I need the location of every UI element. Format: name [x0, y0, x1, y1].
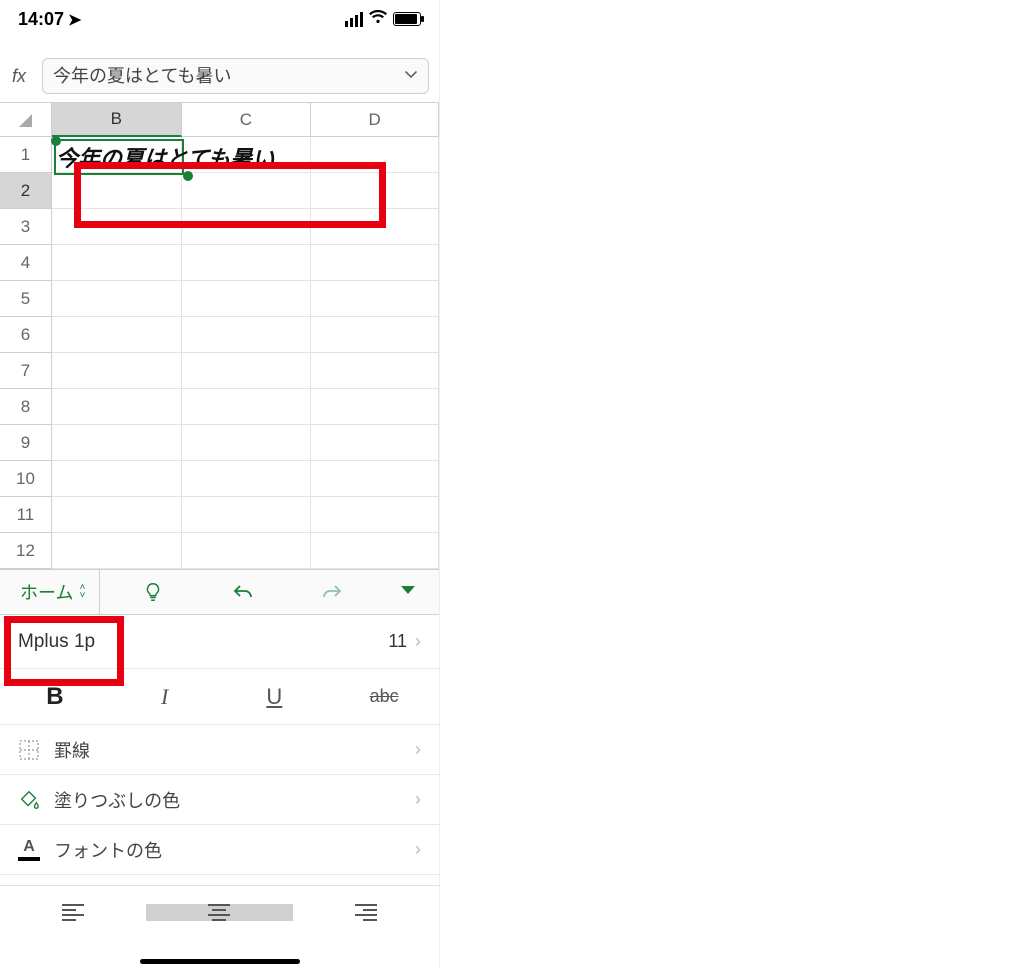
borders-icon: [18, 739, 54, 761]
chevron-down-icon[interactable]: [404, 67, 418, 86]
cell[interactable]: [52, 533, 182, 569]
chevron-right-icon: ›: [415, 789, 421, 810]
row-header[interactable]: 10: [0, 461, 52, 497]
borders-label: 罫線: [54, 737, 90, 763]
chevron-right-icon: ›: [415, 631, 421, 652]
home-indicator[interactable]: [140, 959, 300, 964]
col-header-D[interactable]: D: [311, 103, 439, 137]
underline-button[interactable]: U: [220, 669, 330, 724]
wifi-icon: [369, 10, 387, 28]
row-header[interactable]: 12: [0, 533, 52, 569]
annotation-highlight: [74, 162, 386, 228]
cell[interactable]: [311, 425, 439, 461]
font-size-button[interactable]: 11: [388, 631, 407, 652]
cell[interactable]: [311, 461, 439, 497]
row-header[interactable]: 5: [0, 281, 52, 317]
collapse-panel-icon[interactable]: [377, 583, 439, 602]
formula-input[interactable]: 今年の夏はとても暑い: [42, 58, 429, 94]
cell[interactable]: [182, 425, 312, 461]
fx-label: fx: [12, 66, 34, 87]
redo-icon[interactable]: [287, 581, 377, 603]
row-header[interactable]: 7: [0, 353, 52, 389]
lightbulb-icon[interactable]: [108, 581, 198, 603]
col-header-B[interactable]: B: [52, 103, 182, 137]
cell[interactable]: [311, 281, 439, 317]
cell[interactable]: [52, 353, 182, 389]
cell[interactable]: [311, 353, 439, 389]
cell[interactable]: [52, 245, 182, 281]
cell[interactable]: [182, 461, 312, 497]
location-icon: ➤: [68, 12, 81, 29]
cell[interactable]: [52, 389, 182, 425]
cell[interactable]: [311, 497, 439, 533]
cell[interactable]: [182, 389, 312, 425]
cell[interactable]: [52, 497, 182, 533]
battery-icon: [393, 12, 421, 26]
paint-bucket-icon: [18, 789, 54, 811]
italic-button[interactable]: I: [110, 669, 220, 724]
cell[interactable]: [311, 533, 439, 569]
row-header[interactable]: 1: [0, 137, 52, 173]
cell[interactable]: [52, 281, 182, 317]
cell[interactable]: [182, 353, 312, 389]
divider: [99, 570, 100, 614]
chevron-right-icon: ›: [415, 739, 421, 760]
cell[interactable]: [182, 317, 312, 353]
cell[interactable]: [52, 425, 182, 461]
cell[interactable]: [182, 245, 312, 281]
row-header[interactable]: 11: [0, 497, 52, 533]
chevron-right-icon: ›: [415, 839, 421, 860]
row-header[interactable]: 6: [0, 317, 52, 353]
cell[interactable]: [311, 389, 439, 425]
select-all-corner[interactable]: [0, 103, 52, 137]
fill-color-button[interactable]: 塗りつぶしの色 ›: [0, 775, 439, 825]
borders-button[interactable]: 罫線 ›: [0, 725, 439, 775]
row-header[interactable]: 4: [0, 245, 52, 281]
cell[interactable]: [52, 461, 182, 497]
annotation-highlight: [4, 616, 124, 686]
fill-color-label: 塗りつぶしの色: [54, 787, 180, 813]
row-header[interactable]: 8: [0, 389, 52, 425]
row-header[interactable]: 2: [0, 173, 52, 209]
col-header-C[interactable]: C: [182, 103, 312, 137]
ribbon-tab-home[interactable]: ホーム: [0, 579, 79, 605]
cell[interactable]: [182, 533, 312, 569]
row-header[interactable]: 3: [0, 209, 52, 245]
cell[interactable]: [182, 281, 312, 317]
status-time: 14:07➤: [18, 9, 81, 30]
font-color-icon: A: [18, 838, 54, 861]
cell[interactable]: [311, 317, 439, 353]
tab-chevron-icon[interactable]: ˄˅: [79, 584, 91, 600]
font-color-button[interactable]: A フォントの色 ›: [0, 825, 439, 875]
strikethrough-button[interactable]: abc: [329, 669, 439, 724]
align-right-button[interactable]: [293, 904, 439, 921]
cell[interactable]: [182, 497, 312, 533]
align-center-button[interactable]: [146, 904, 292, 921]
status-bar: 14:07➤: [0, 0, 439, 34]
signal-icon: [345, 12, 363, 27]
undo-icon[interactable]: [198, 581, 288, 603]
align-left-button[interactable]: [0, 904, 146, 921]
cell[interactable]: [311, 245, 439, 281]
formula-value: 今年の夏はとても暑い: [53, 59, 392, 93]
font-color-label: フォントの色: [54, 837, 162, 863]
row-header[interactable]: 9: [0, 425, 52, 461]
cell[interactable]: [52, 317, 182, 353]
